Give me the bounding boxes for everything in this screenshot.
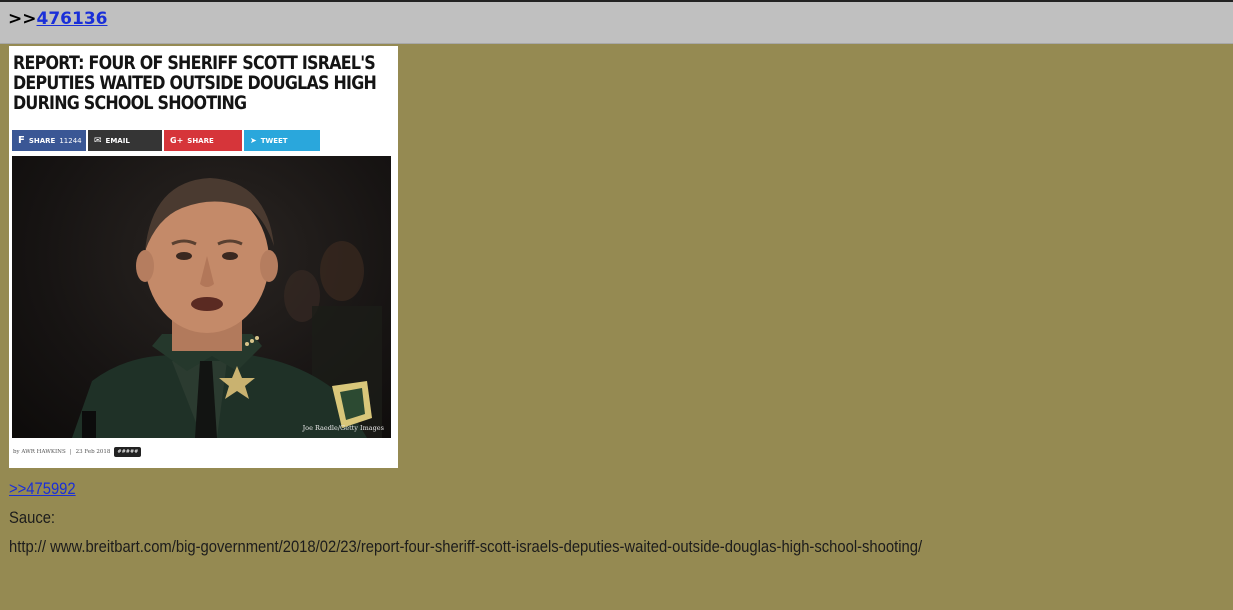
envelope-icon: ✉ <box>94 135 102 146</box>
source-url: http:// www.breitbart.com/big-government… <box>9 537 923 556</box>
facebook-share-count: 11244 <box>59 136 82 145</box>
quote-link[interactable]: >>475992 <box>9 474 1062 503</box>
email-share-label: Email <box>105 136 130 145</box>
byline-author: by AWR HAWKINS <box>13 449 66 455</box>
facebook-share-label: Share <box>28 136 56 145</box>
reply-prefix: >> <box>8 9 37 29</box>
comments-tag: ##### <box>114 447 142 457</box>
gplus-icon: g+ <box>170 136 184 145</box>
post-header: >>476136 <box>0 2 1233 44</box>
byline-separator: | <box>69 449 72 455</box>
post-label: Sauce: <box>9 508 56 527</box>
post: >>476136 REPORT: FOUR OF SHERIFF SCOTT I… <box>0 0 1233 610</box>
tweet-share-button: ➤ Tweet <box>244 130 320 151</box>
photo-credit: Joe Raedle/Getty Images <box>302 424 384 432</box>
tweet-share-label: Tweet <box>260 136 288 145</box>
facebook-icon: f <box>18 135 25 146</box>
post-image[interactable]: REPORT: FOUR OF SHERIFF SCOTT ISRAEL'S D… <box>9 46 398 468</box>
email-share-button: ✉ Email <box>88 130 162 151</box>
reply-link[interactable]: 476136 <box>37 9 108 29</box>
gplus-share-label: Share <box>187 136 214 145</box>
article-headline: REPORT: FOUR OF SHERIFF SCOTT ISRAEL'S D… <box>13 53 377 114</box>
post-body: >>475992 Sauce: http:// www.breitbart.co… <box>9 474 1062 561</box>
bird-icon: ➤ <box>250 136 257 145</box>
article-photo: Joe Raedle/Getty Images <box>12 156 391 438</box>
facebook-share-button: f Share 11244 <box>12 130 86 151</box>
share-row: f Share 11244 ✉ Email g+ Share ➤ Tweet <box>12 130 320 151</box>
sheriff-photo-illustration <box>72 178 382 438</box>
article-byline: by AWR HAWKINS | 23 Feb 2018 ##### <box>13 447 142 457</box>
byline-date: 23 Feb 2018 <box>75 449 111 455</box>
gplus-share-button: g+ Share <box>164 130 242 151</box>
